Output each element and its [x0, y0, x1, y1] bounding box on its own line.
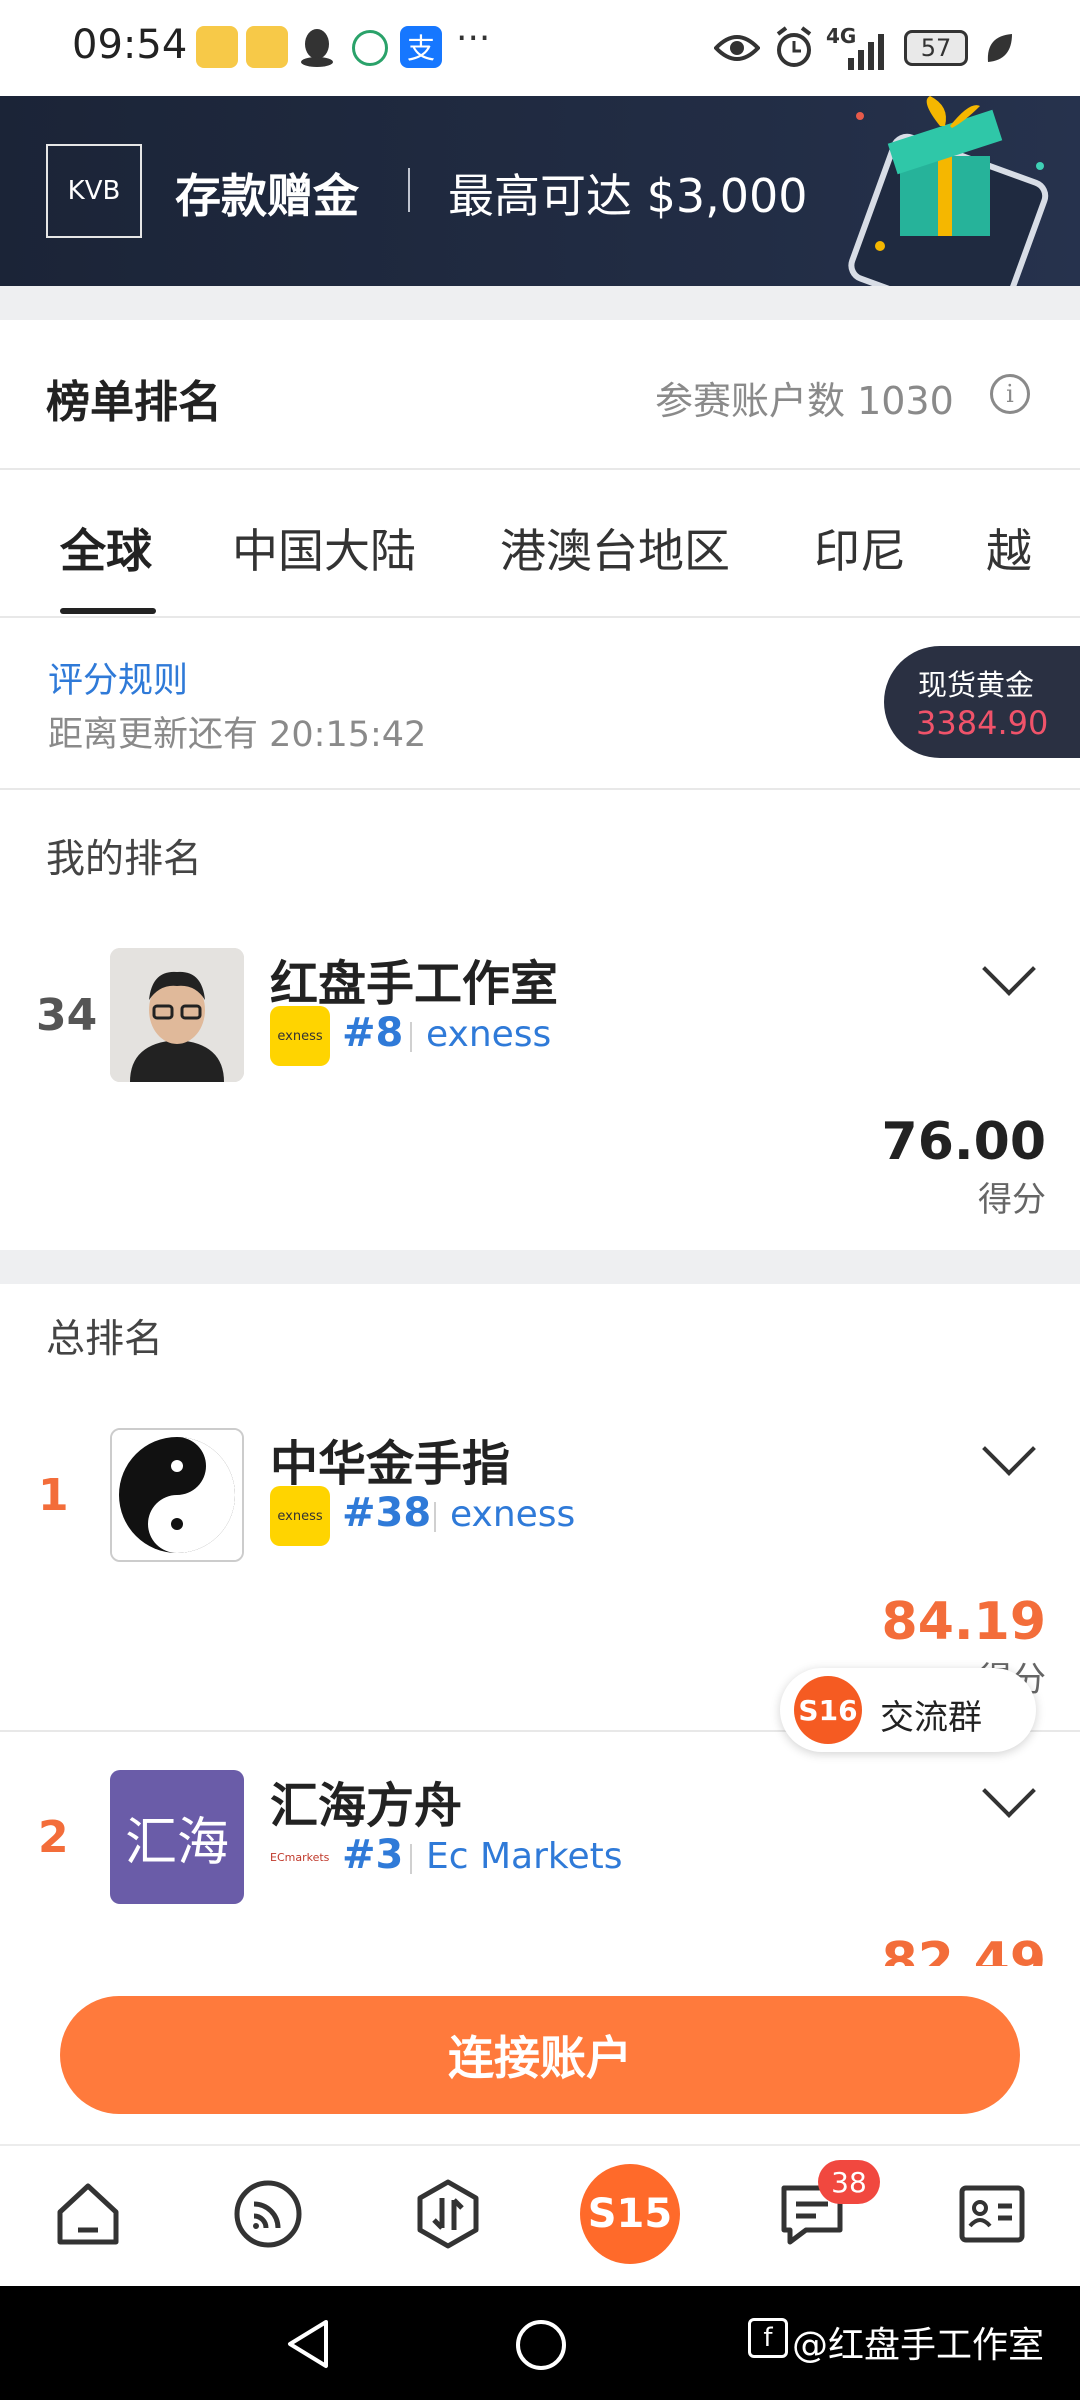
qq-notification-icon [298, 26, 336, 68]
chat-group-label: 交流群 [880, 1698, 982, 1738]
my-ranking-title: 我的排名 [46, 837, 203, 882]
my-score: 76.00 [881, 1112, 1046, 1172]
spot-gold-price: 3384.90 [916, 704, 1049, 742]
banner-subtitle: 最高可达 $3,000 [448, 169, 808, 223]
overall-ranking-title: 总排名 [46, 1317, 164, 1362]
banner-divider [408, 168, 410, 212]
alarm-icon [774, 26, 814, 74]
broker-rank: #38 [342, 1490, 432, 1536]
rank-number: 1 [38, 1470, 69, 1521]
bottom-nav [0, 2144, 1080, 2288]
trade-icon[interactable] [412, 2178, 484, 2250]
s15-icon[interactable]: S15 [580, 2164, 680, 2264]
battery-icon: 57 [904, 30, 968, 66]
my-rank-number: 34 [36, 990, 98, 1041]
avatar [110, 1428, 244, 1562]
avatar [110, 948, 244, 1082]
leaf-icon [984, 30, 1014, 70]
update-countdown: 距离更新还有 20:15:42 [48, 715, 427, 755]
alipay-notification-icon: 支 [400, 26, 442, 68]
weibo-notification-icon [196, 26, 238, 68]
scoring-rules-link[interactable]: 评分规则 [48, 652, 188, 703]
more-notifications-icon: ··· [456, 18, 491, 59]
divider [0, 468, 1080, 470]
home-icon[interactable] [52, 2178, 124, 2250]
status-bar: 09:54 支 ··· 4G 57 [0, 0, 1080, 96]
info-icon[interactable]: i [990, 374, 1030, 414]
broker-divider [410, 1022, 412, 1052]
back-icon[interactable] [284, 2318, 334, 2374]
score: 82.49 [881, 1932, 1046, 1966]
broker-rank: #3 [342, 1832, 404, 1878]
profile-card-icon[interactable] [956, 2178, 1028, 2250]
mobile-notification-icon [352, 30, 388, 66]
signal-icon [826, 32, 888, 74]
watermark: @红盘手工作室 [792, 2325, 1045, 2366]
broker-rank: #8 [342, 1010, 404, 1056]
home-button-icon[interactable] [516, 2320, 566, 2370]
connect-account-button[interactable]: 连接账户 [60, 1996, 1020, 2114]
tab-indicator [60, 608, 156, 614]
tab-indonesia[interactable]: 印尼 [814, 515, 906, 581]
tab-hk-macau-taiwan[interactable]: 港澳台地区 [500, 515, 730, 581]
messages-badge: 38 [818, 2160, 880, 2204]
broker-divider [410, 1844, 412, 1874]
banner-title: 存款赠金 [175, 169, 359, 223]
section-gap [0, 286, 1080, 320]
divider [0, 788, 1080, 790]
facebook-icon: f [748, 2318, 788, 2358]
exness-logo: exness [270, 1006, 330, 1066]
account-name: 汇海方舟 [270, 1778, 463, 1834]
divider [0, 616, 1080, 618]
avatar: 汇海 [110, 1770, 244, 1904]
promo-banner[interactable]: KVB 存款赠金 最高可达 $3,000 [0, 96, 1080, 286]
s16-icon: S16 [794, 1676, 862, 1744]
score-label: 得分 [978, 1180, 1046, 1220]
broker-divider [434, 1502, 436, 1532]
feed-icon[interactable] [232, 2178, 304, 2250]
tab-vietnam[interactable]: 越 [986, 515, 1032, 581]
participants-count: 参赛账户数 1030 [655, 379, 954, 423]
rank-number: 2 [38, 1812, 69, 1863]
score: 84.19 [881, 1592, 1046, 1652]
eye-icon [713, 30, 761, 70]
section-gap [0, 1250, 1080, 1284]
gift-box-icon [830, 96, 1080, 286]
leaderboard-title: 榜单排名 [46, 377, 222, 428]
broker-name: exness [426, 1014, 552, 1055]
battery-level: 57 [920, 34, 952, 62]
spot-gold-label: 现货黄金 [918, 668, 1035, 702]
my-account-name: 红盘手工作室 [270, 956, 559, 1012]
broker-name: exness [450, 1494, 576, 1535]
ec-markets-logo: ECmarkets [270, 1850, 330, 1864]
tab-mainland-china[interactable]: 中国大陆 [232, 515, 416, 581]
account-name: 中华金手指 [270, 1436, 511, 1492]
tab-global[interactable]: 全球 [60, 515, 152, 581]
status-time: 09:54 [72, 22, 188, 68]
exness-logo: exness [270, 1486, 330, 1546]
weibo-notification-icon [246, 26, 288, 68]
kvb-logo: KVB [46, 144, 142, 238]
broker-name: Ec Markets [426, 1836, 623, 1877]
